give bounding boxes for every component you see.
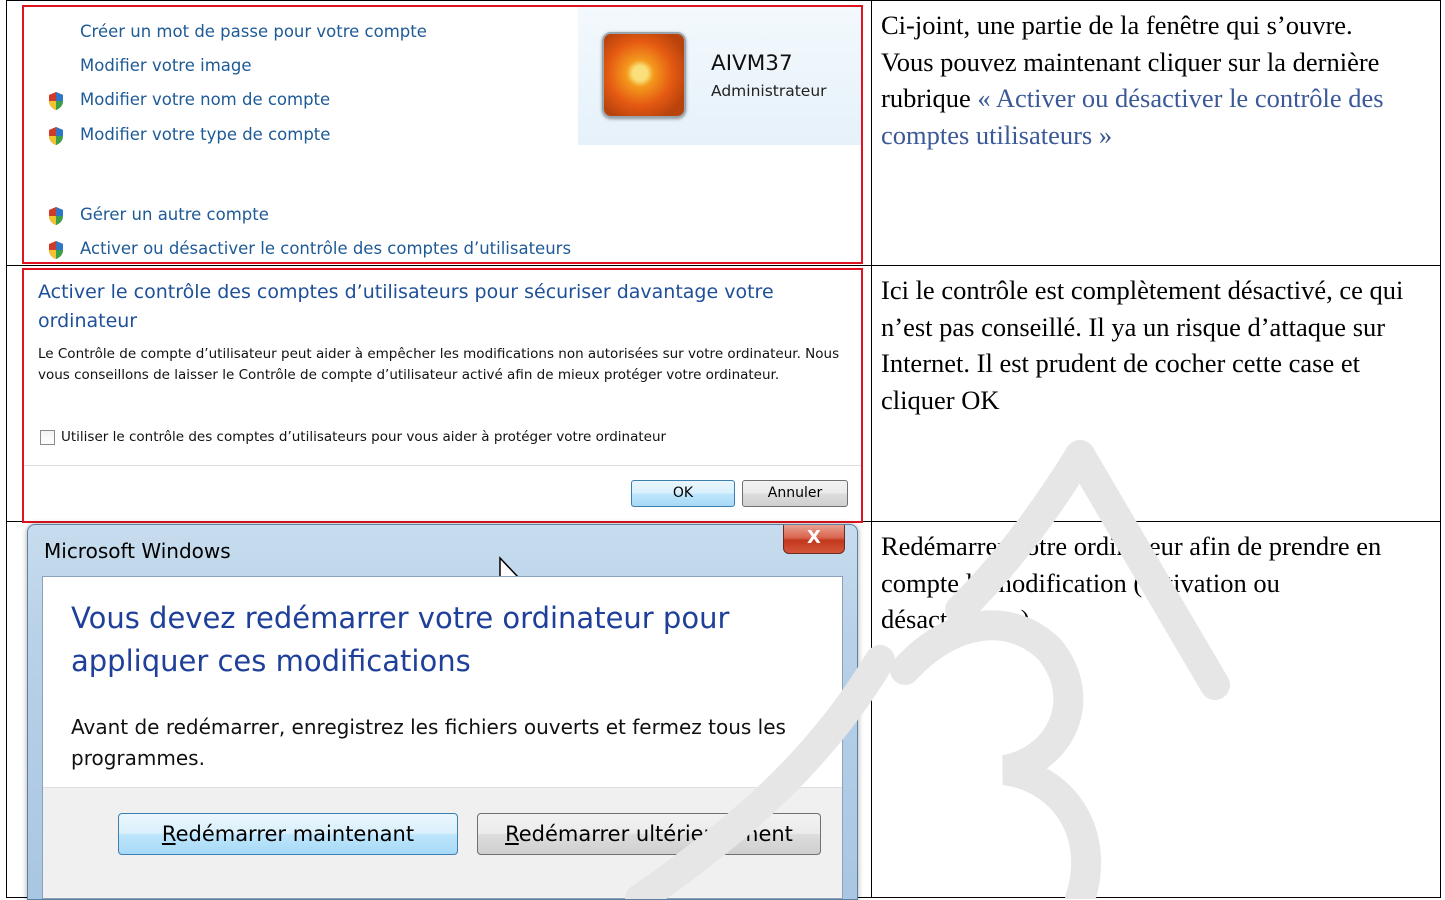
toggle-uac-link[interactable]: Activer ou désactiver le contrôle des co… — [49, 239, 572, 259]
account-settings-panel: Créer un mot de passe pour votre compte … — [22, 5, 863, 264]
mnemonic-letter: R — [505, 822, 519, 846]
link-label: Modifier votre type de compte — [80, 125, 331, 144]
account-summary: AIVM37 Administrateur — [578, 7, 861, 145]
uac-description: Le Contrôle de compte d’utilisateur peut… — [38, 346, 840, 383]
uac-shield-icon — [49, 127, 63, 145]
uac-shield-icon — [49, 92, 63, 110]
cancel-button[interactable]: Annuler — [742, 480, 848, 507]
table-row: Microsoft Windows X Vous devez redémarre… — [6, 521, 1441, 900]
document-table: Créer un mot de passe pour votre compte … — [6, 0, 1441, 900]
uac-shield-icon — [49, 207, 63, 225]
uac-settings-panel: Activer le contrôle des comptes d’utilis… — [22, 268, 863, 523]
mnemonic-letter: R — [161, 822, 176, 846]
restart-dialog: Microsoft Windows X Vous devez redémarre… — [27, 524, 858, 900]
restart-now-button[interactable]: Redémarrer maintenant — [118, 813, 458, 855]
note-text: Ci-joint, une partie de la fenêtre qui s… — [881, 10, 1353, 40]
change-account-name-link[interactable]: Modifier votre nom de compte — [49, 90, 331, 110]
uac-checkbox-label: Utiliser le contrôle des comptes d’utili… — [61, 429, 667, 445]
link-label: Activer ou désactiver le contrôle des co… — [80, 239, 572, 258]
change-account-type-link[interactable]: Modifier votre type de compte — [49, 125, 331, 145]
screenshot-cell-accounts: Créer un mot de passe pour votre compte … — [6, 0, 872, 266]
account-role: Administrateur — [711, 82, 827, 100]
link-label: Modifier votre nom de compte — [80, 90, 331, 109]
screenshot-cell-restart: Microsoft Windows X Vous devez redémarre… — [6, 521, 872, 900]
create-password-link[interactable]: Créer un mot de passe pour votre compte — [80, 22, 427, 41]
screenshot-cell-uac: Activer le contrôle des comptes d’utilis… — [6, 265, 872, 523]
link-label: Gérer un autre compte — [80, 205, 269, 224]
dialog-content: Vous devez redémarrer votre ordinateur p… — [42, 576, 843, 899]
instruction-note-2: Ici le contrôle est complètement désacti… — [871, 265, 1441, 522]
note-text: Redémarrer votre ordinateur afin de pren… — [881, 531, 1382, 634]
note-text: Ici le contrôle est complètement désacti… — [881, 275, 1404, 415]
close-icon: X — [807, 527, 821, 548]
table-row: Créer un mot de passe pour votre compte … — [6, 0, 1441, 266]
account-name: AIVM37 — [711, 51, 793, 76]
link-label: Créer un mot de passe pour votre compte — [80, 22, 427, 41]
dialog-button-area: Redémarrer maintenant Redémarrer ultérie… — [43, 787, 842, 898]
table-row: Activer le contrôle des comptes d’utilis… — [6, 265, 1441, 523]
uac-checkbox[interactable] — [40, 429, 55, 445]
main-instruction: Vous devez redémarrer votre ordinateur p… — [71, 601, 730, 678]
link-label: Modifier votre image — [80, 56, 252, 75]
dialog-body-text: Avant de redémarrer, enregistrez les fic… — [71, 715, 786, 770]
uac-checkbox-row[interactable]: Utiliser le contrôle des comptes d’utili… — [40, 429, 666, 445]
uac-shield-icon — [49, 241, 63, 259]
account-avatar[interactable] — [602, 32, 686, 118]
instruction-note-1: Ci-joint, une partie de la fenêtre qui s… — [871, 0, 1441, 266]
close-button[interactable]: X — [783, 525, 845, 554]
button-label: edémarrer ultérieurement — [518, 822, 793, 846]
manage-other-account-link[interactable]: Gérer un autre compte — [49, 205, 269, 225]
window-title: Microsoft Windows — [44, 539, 231, 563]
instruction-note-3: Redémarrer votre ordinateur afin de pren… — [871, 521, 1441, 898]
button-label: edémarrer maintenant — [175, 822, 415, 846]
ok-button[interactable]: OK — [631, 480, 735, 507]
dialog-footer: OK Annuler — [24, 465, 861, 521]
change-picture-link[interactable]: Modifier votre image — [80, 56, 252, 75]
restart-later-button[interactable]: Redémarrer ultérieurement — [477, 813, 821, 855]
uac-title: Activer le contrôle des comptes d’utilis… — [38, 281, 774, 332]
